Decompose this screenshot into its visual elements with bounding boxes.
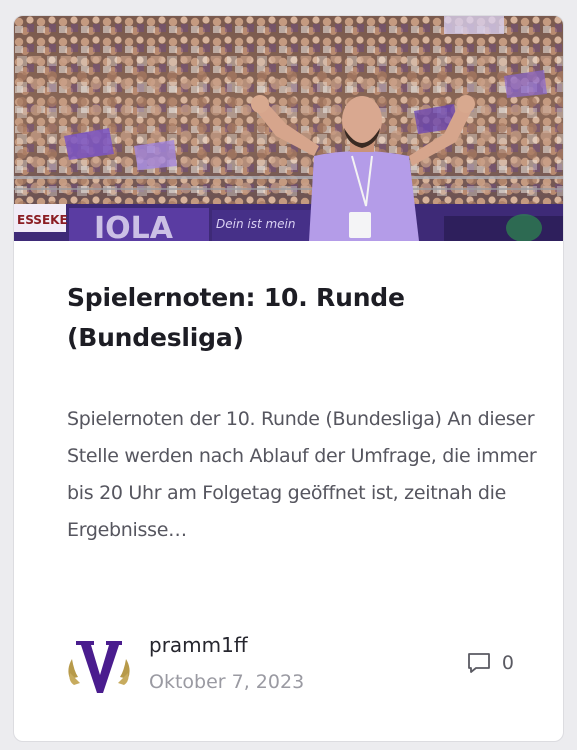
svg-text:IOLA: IOLA bbox=[94, 211, 174, 241]
author-avatar[interactable] bbox=[64, 637, 134, 697]
club-logo-icon bbox=[68, 641, 130, 693]
svg-text:ESSEKE: ESSEKE bbox=[17, 213, 68, 227]
svg-text:Dein ist mein: Dein ist mein bbox=[216, 217, 296, 231]
comment-bubble-icon bbox=[468, 653, 490, 673]
post-card[interactable]: ESSEKE IOLA Dein ist mein Spielernoten: … bbox=[13, 15, 564, 742]
post-date: Oktober 7, 2023 bbox=[149, 671, 305, 693]
post-excerpt: Spielernoten der 10. Runde (Bundesliga) … bbox=[67, 408, 537, 541]
post-title[interactable]: Spielernoten: 10. Runde (Bundesliga) bbox=[67, 278, 527, 358]
post-thumbnail[interactable]: ESSEKE IOLA Dein ist mein bbox=[14, 16, 563, 241]
comment-count: 0 bbox=[501, 652, 514, 674]
post-meta: pramm1ff Oktober 7, 2023 0 bbox=[64, 631, 514, 701]
author-name-link[interactable]: pramm1ff bbox=[149, 633, 248, 657]
stadium-fans-image: ESSEKE IOLA Dein ist mein bbox=[14, 16, 563, 241]
comments-link[interactable]: 0 bbox=[466, 651, 514, 675]
